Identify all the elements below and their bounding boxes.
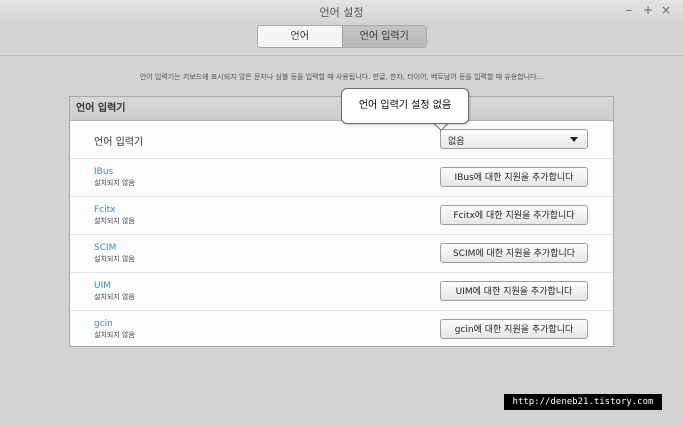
dropdown-value: 없음	[448, 137, 465, 147]
list-item-fcitx: Fcitx 설치되지 않음 Fcitx에 대한 지원을 추가합니다	[70, 197, 613, 235]
close-button[interactable]: ×	[659, 3, 673, 17]
minimize-button[interactable]: –	[622, 3, 636, 17]
add-ibus-support-button[interactable]: IBus에 대한 지원을 추가합니다	[440, 167, 588, 187]
ime-name-link[interactable]: SCIM	[94, 243, 116, 253]
title-bar: 언어 설정 – + ×	[0, 0, 683, 22]
list-item-gcin: gcin 설치되지 않음 gcin에 대한 지원을 추가합니다	[70, 311, 613, 348]
ime-status: 설치되지 않음	[94, 293, 135, 301]
chevron-down-icon	[570, 137, 578, 142]
ime-name-link[interactable]: UIM	[94, 281, 111, 291]
description-text: 언어 입력기는 키보드에 표시되지 않은 문자나 심볼 등을 입력할 때 사용됩…	[139, 73, 544, 81]
maximize-button[interactable]: +	[641, 3, 655, 17]
ime-name-link[interactable]: gcin	[94, 319, 113, 329]
list-item-ibus: IBus 설치되지 않음 IBus에 대한 지원을 추가합니다	[70, 159, 613, 197]
tab-bar: 언어 언어 입력기	[257, 25, 427, 48]
add-fcitx-support-button[interactable]: Fcitx에 대한 지원을 추가합니다	[440, 205, 588, 225]
add-gcin-support-button[interactable]: gcin에 대한 지원을 추가합니다	[440, 319, 588, 339]
input-method-panel: 언어 입력기 언어 입력기 없음 IBus 설치되지 않음 IBus에 대한 지…	[69, 96, 614, 347]
ime-status: 설치되지 않음	[94, 179, 135, 187]
ime-name-link[interactable]: IBus	[94, 167, 113, 177]
ime-status: 설치되지 않음	[94, 217, 135, 225]
add-scim-support-button[interactable]: SCIM에 대한 지원을 추가합니다	[440, 243, 588, 263]
ime-name-link[interactable]: Fcitx	[94, 205, 115, 215]
tab-input-method[interactable]: 언어 입력기	[341, 26, 426, 47]
divider	[0, 55, 683, 56]
list-item-scim: SCIM 설치되지 않음 SCIM에 대한 지원을 추가합니다	[70, 235, 613, 273]
tooltip: 언어 입력기 설정 없음	[341, 88, 469, 124]
input-method-dropdown[interactable]: 없음	[440, 129, 588, 149]
selector-label: 언어 입력기	[94, 137, 144, 148]
selector-row: 언어 입력기 없음	[70, 121, 613, 159]
tab-language[interactable]: 언어	[258, 26, 342, 47]
add-uim-support-button[interactable]: UIM에 대한 지원을 추가합니다	[440, 281, 588, 301]
ime-status: 설치되지 않음	[94, 331, 135, 339]
watermark: http://deneb21.tistory.com	[504, 394, 662, 410]
list-item-uim: UIM 설치되지 않음 UIM에 대한 지원을 추가합니다	[70, 273, 613, 311]
ime-status: 설치되지 않음	[94, 255, 135, 263]
window-title: 언어 설정	[319, 6, 364, 19]
